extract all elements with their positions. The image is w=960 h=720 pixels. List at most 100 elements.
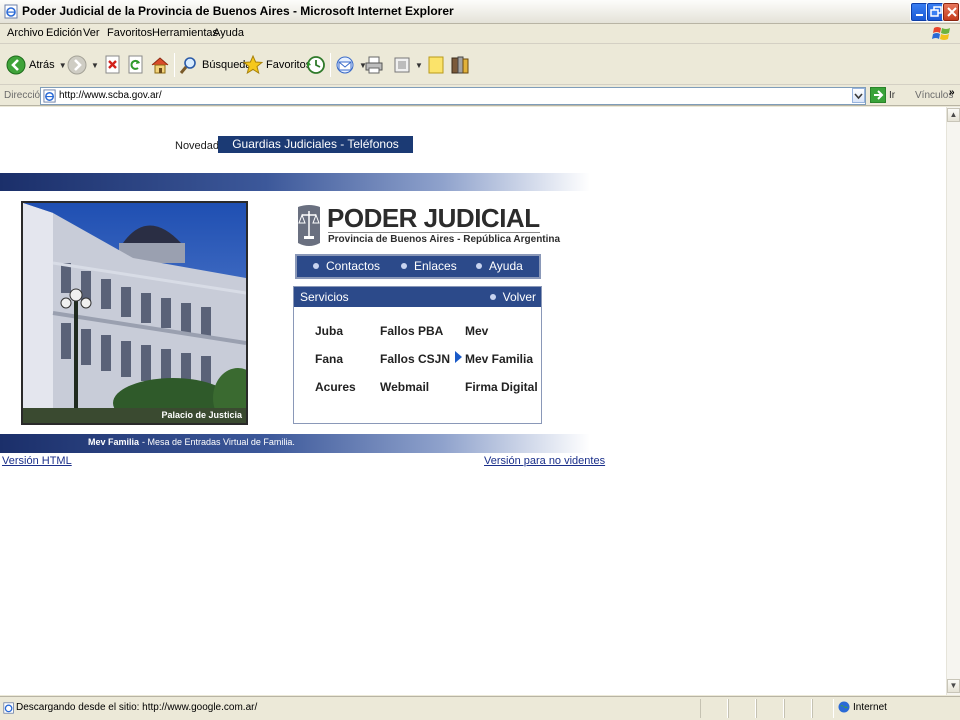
bullet-icon <box>313 263 319 269</box>
printer-icon <box>365 56 383 74</box>
home-icon <box>151 57 169 74</box>
favorites-label: Favoritos <box>266 59 312 71</box>
status-pane <box>756 699 784 718</box>
window-title: Poder Judicial de la Provincia de Buenos… <box>22 4 454 18</box>
nav-contactos[interactable]: Contactos <box>313 259 380 273</box>
mev-familia-title: Mev Familia <box>88 437 140 447</box>
address-dropdown-button[interactable] <box>852 88 865 103</box>
menu-edicion[interactable]: Edición <box>46 27 82 39</box>
accessible-version-link[interactable]: Versión para no videntes <box>484 455 605 467</box>
menu-ver[interactable]: Ver <box>83 27 100 39</box>
close-button[interactable] <box>942 2 960 22</box>
address-url: http://www.scba.gov.ar/ <box>59 90 162 101</box>
page-content: Novedad: Guardias Judiciales - Teléfonos <box>0 107 946 695</box>
globe-icon <box>838 701 850 713</box>
home-button[interactable] <box>150 51 170 79</box>
nav-contactos-label: Contactos <box>326 259 381 273</box>
nav-ayuda-label: Ayuda <box>489 259 523 273</box>
chevron-down-icon[interactable]: ▼ <box>91 61 99 70</box>
logo-subtitle: Provincia de Buenos Aires - República Ar… <box>328 234 561 245</box>
address-input[interactable]: http://www.scba.gov.ar/ <box>40 87 866 105</box>
mail-button[interactable]: ▼ <box>335 51 367 79</box>
menu-herramientas[interactable]: Herramientas <box>152 27 218 39</box>
logo-divider <box>328 232 540 233</box>
links-more-button[interactable]: » <box>949 87 955 98</box>
browser-window: Poder Judicial de la Provincia de Buenos… <box>0 0 960 720</box>
palace-photo: Palacio de Justicia <box>21 201 248 425</box>
menu-bar: Archivo Edición Ver Favoritos Herramient… <box>0 24 960 44</box>
stop-icon <box>105 55 120 74</box>
search-icon <box>179 57 196 74</box>
nav-enlaces-label: Enlaces <box>414 259 457 273</box>
notes-button[interactable] <box>427 51 445 79</box>
services-title: Servicios <box>300 290 349 304</box>
menu-ayuda[interactable]: Ayuda <box>213 27 244 39</box>
star-icon <box>243 55 263 75</box>
status-pane <box>700 699 728 718</box>
menu-archivo[interactable]: Archivo <box>7 27 44 39</box>
justice-scales-icon <box>298 205 320 246</box>
bullet-icon <box>401 263 407 269</box>
main-nav: Contactos Enlaces Ayuda <box>295 254 541 279</box>
footer-band: Mev Familia - Mesa de Entradas Virtual d… <box>0 434 590 453</box>
status-pane <box>784 699 812 718</box>
nav-enlaces[interactable]: Enlaces <box>401 259 457 273</box>
ie-page-icon <box>3 702 14 714</box>
toolbar-separator <box>174 53 175 77</box>
refresh-button[interactable] <box>127 51 145 79</box>
volver-link[interactable]: Volver <box>489 290 536 304</box>
chevron-down-icon <box>854 93 863 100</box>
back-button[interactable]: Atrás ▼ <box>6 51 67 79</box>
search-button[interactable]: Búsqueda <box>179 51 252 79</box>
mev-familia-description: - Mesa de Entradas Virtual de Familia. <box>142 437 295 447</box>
html-version-link[interactable]: Versión HTML <box>2 455 72 467</box>
novedad-label: Novedad: <box>175 140 223 152</box>
bullet-icon <box>476 263 482 269</box>
windows-logo-icon <box>932 27 950 40</box>
minimize-icon <box>916 14 923 16</box>
edit-button[interactable]: ▼ <box>393 51 423 79</box>
title-bar: Poder Judicial de la Provincia de Buenos… <box>0 0 960 24</box>
service-webmail[interactable]: Webmail <box>380 380 429 394</box>
mail-icon <box>336 56 354 74</box>
go-button[interactable]: Ir <box>870 87 895 103</box>
service-mev-familia[interactable]: Mev Familia <box>465 352 533 366</box>
history-button[interactable] <box>306 51 326 79</box>
scroll-up-button[interactable]: ▲ <box>947 108 960 122</box>
service-juba[interactable]: Juba <box>315 324 343 338</box>
services-header: Servicios Volver <box>294 287 541 307</box>
chevron-down-icon[interactable]: ▼ <box>59 61 67 70</box>
menu-favoritos[interactable]: Favoritos <box>107 27 152 39</box>
forward-button[interactable]: ▼ <box>67 51 99 79</box>
note-icon <box>428 56 444 74</box>
service-fallos-csjn[interactable]: Fallos CSJN <box>380 352 450 366</box>
links-button[interactable]: Vínculos <box>915 90 953 101</box>
zone-label: Internet <box>853 701 887 713</box>
research-icon <box>451 56 469 74</box>
status-pane <box>812 699 834 718</box>
address-bar: Dirección http://www.scba.gov.ar/ Ir Vín… <box>0 86 960 106</box>
stop-button[interactable] <box>104 51 122 79</box>
service-fallos-pba[interactable]: Fallos PBA <box>380 324 443 338</box>
forward-arrow-icon <box>67 55 87 75</box>
print-button[interactable] <box>364 51 384 79</box>
service-acures[interactable]: Acures <box>315 380 356 394</box>
photo-caption: Palacio de Justicia <box>161 410 242 420</box>
ie-page-icon <box>4 4 18 19</box>
nav-ayuda[interactable]: Ayuda <box>476 259 523 273</box>
scroll-down-button[interactable]: ▼ <box>947 679 960 693</box>
go-arrow-icon <box>870 87 886 103</box>
service-fana[interactable]: Fana <box>315 352 343 366</box>
chevron-down-icon[interactable]: ▼ <box>415 61 423 70</box>
security-zone: Internet <box>838 701 887 713</box>
close-icon <box>947 7 957 17</box>
status-text: Descargando desde el sitio: http://www.g… <box>16 702 258 713</box>
header-band <box>0 173 590 191</box>
service-firma-digital[interactable]: Firma Digital <box>465 380 538 394</box>
favorites-button[interactable]: Favoritos <box>243 51 311 79</box>
vertical-scrollbar[interactable]: ▲ ▼ <box>946 107 960 695</box>
back-label: Atrás <box>29 59 55 71</box>
research-button[interactable] <box>450 51 470 79</box>
novedad-link[interactable]: Guardias Judiciales - Teléfonos <box>218 136 413 153</box>
service-mev[interactable]: Mev <box>465 324 488 338</box>
